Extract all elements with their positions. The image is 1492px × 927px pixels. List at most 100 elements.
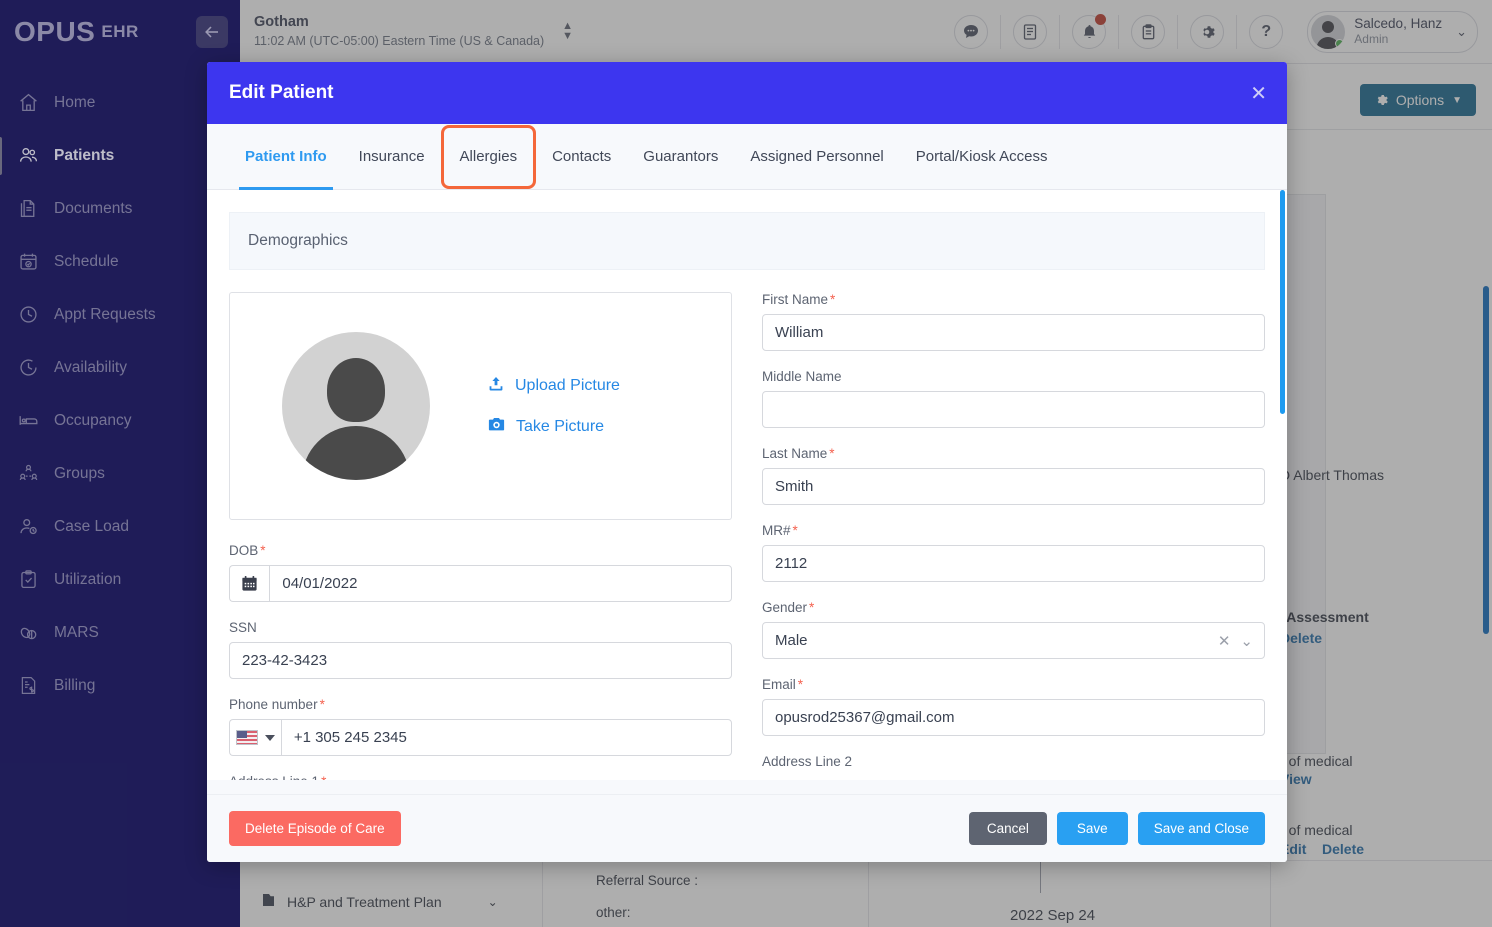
take-picture-label: Take Picture	[516, 417, 605, 435]
phone-label: Phone number *	[229, 697, 325, 712]
section-demographics-header: Demographics	[229, 212, 1265, 270]
field-last-name: Last Name *	[762, 446, 1265, 505]
arrow-left-icon	[205, 26, 218, 38]
tab-label: Contacts	[552, 148, 612, 165]
schedule-icon	[18, 251, 52, 272]
patient-photo-box: Upload Picture Take Picture	[229, 292, 732, 520]
home-icon	[18, 92, 52, 113]
tab-label: Allergies	[459, 148, 518, 165]
collapse-sidebar-button[interactable]	[196, 16, 228, 48]
demographics-right-column: First Name* Middle Name Last Name*	[762, 292, 1265, 786]
field-phone: Phone number *	[229, 697, 732, 756]
sidebar-item-label: MARS	[54, 623, 99, 641]
take-picture-button[interactable]: Take Picture	[488, 417, 620, 437]
footer-actions: Cancel Save Save and Close	[968, 812, 1265, 845]
field-first-name: First Name *	[762, 292, 1265, 351]
camera-icon	[488, 417, 505, 437]
first-name-input[interactable]	[762, 314, 1265, 351]
calendar-icon[interactable]	[229, 565, 270, 602]
patient-photo-placeholder	[282, 332, 430, 480]
tab-patient-info[interactable]: Patient Info	[229, 124, 343, 190]
middle-name-input[interactable]	[762, 391, 1265, 428]
tab-contacts[interactable]: Contacts	[536, 124, 627, 190]
tab-label: Insurance	[358, 148, 425, 165]
field-email: Email *	[762, 677, 1265, 736]
demographics-grid: Upload Picture Take Picture DOB * 04/01/…	[229, 292, 1265, 786]
section-title: Demographics	[248, 232, 348, 249]
sidebar-item-case-load[interactable]: Case Load	[0, 500, 240, 553]
sidebar-item-utilization[interactable]: Utilization	[0, 553, 240, 606]
address2-label: Address Line 2	[762, 754, 853, 766]
us-flag-icon[interactable]	[229, 719, 281, 756]
gender-select[interactable]	[762, 622, 1265, 659]
billing-icon	[18, 675, 52, 696]
gender-label: Gender *	[762, 600, 815, 615]
patients-icon	[18, 145, 52, 166]
field-mr-number: MR# *	[762, 523, 1265, 582]
email-input[interactable]	[762, 699, 1265, 736]
middle-name-label: Middle Name	[762, 369, 842, 384]
tab-portal-kiosk-access[interactable]: Portal/Kiosk Access	[900, 124, 1064, 190]
mr-label: MR# *	[762, 523, 798, 538]
sidebar-item-availability[interactable]: Availability	[0, 341, 240, 394]
sidebar-item-label: Occupancy	[54, 411, 132, 429]
dob-input[interactable]	[269, 565, 732, 602]
tab-insurance[interactable]: Insurance	[343, 124, 441, 190]
content-fade	[207, 780, 1287, 794]
ssn-input[interactable]	[229, 642, 732, 679]
documents-icon	[18, 198, 52, 219]
ssn-label: SSN	[229, 620, 257, 635]
availability-icon	[18, 357, 52, 378]
sidebar-item-documents[interactable]: Documents	[0, 182, 240, 235]
upload-picture-button[interactable]: Upload Picture	[488, 376, 620, 397]
phone-input[interactable]	[280, 719, 732, 756]
modal-scrollbar[interactable]	[1280, 190, 1285, 414]
sidebar-item-label: Documents	[54, 199, 133, 217]
last-name-label: Last Name *	[762, 446, 835, 461]
upload-picture-label: Upload Picture	[515, 377, 620, 394]
pills-icon	[18, 622, 52, 643]
mr-input[interactable]	[762, 545, 1265, 582]
field-gender: Gender* ✕ ⌄	[762, 600, 1265, 659]
upload-icon	[488, 376, 504, 397]
last-name-input[interactable]	[762, 468, 1265, 505]
sidebar-nav: Home Patients Documents Schedule Appt Re…	[0, 76, 240, 712]
clock-icon	[18, 304, 52, 325]
sidebar-item-label: Schedule	[54, 252, 119, 270]
sidebar-item-occupancy[interactable]: Occupancy	[0, 394, 240, 447]
sidebar-item-patients[interactable]: Patients	[0, 129, 240, 182]
sidebar-item-label: Groups	[54, 464, 105, 482]
tab-label: Guarantors	[643, 148, 719, 165]
save-and-close-button[interactable]: Save and Close	[1137, 812, 1265, 845]
sidebar: OPUS EHR Home Patients Documents Schedul…	[0, 0, 240, 927]
sidebar-item-label: Availability	[54, 358, 127, 376]
tab-label: Patient Info	[245, 148, 327, 165]
close-icon[interactable]: ✕	[1250, 84, 1267, 104]
delete-episode-of-care-button[interactable]: Delete Episode of Care	[229, 811, 401, 846]
sidebar-item-home[interactable]: Home	[0, 76, 240, 129]
sidebar-item-schedule[interactable]: Schedule	[0, 235, 240, 288]
field-dob: DOB *	[229, 543, 732, 602]
modal-header: Edit Patient ✕	[207, 62, 1287, 124]
sidebar-item-label: Appt Requests	[54, 305, 156, 323]
tab-label: Portal/Kiosk Access	[915, 148, 1048, 165]
sidebar-item-billing[interactable]: Billing	[0, 659, 240, 712]
cancel-button[interactable]: Cancel	[968, 812, 1047, 845]
chevron-down-icon[interactable]: ⌄	[1240, 632, 1253, 650]
modal-tabs: Patient Info Insurance Allergies Contact…	[207, 124, 1287, 190]
save-button[interactable]: Save	[1056, 812, 1128, 845]
sidebar-item-groups[interactable]: Groups	[0, 447, 240, 500]
tab-allergies[interactable]: Allergies	[440, 124, 537, 189]
bed-icon	[18, 410, 52, 431]
sidebar-item-appt-requests[interactable]: Appt Requests	[0, 288, 240, 341]
modal-footer: Delete Episode of Care Cancel Save Save …	[207, 794, 1287, 862]
sidebar-item-mars[interactable]: MARS	[0, 606, 240, 659]
modal-scroll-content: Demographics Upload Picture Take Picture…	[207, 190, 1287, 786]
tab-assigned-personnel[interactable]: Assigned Personnel	[734, 124, 899, 190]
tab-guarantors[interactable]: Guarantors	[627, 124, 734, 190]
sidebar-item-label: Home	[54, 93, 96, 111]
clear-icon[interactable]: ✕	[1218, 632, 1231, 650]
dob-label: DOB *	[229, 543, 266, 558]
modal-title: Edit Patient	[229, 82, 334, 103]
email-label: Email *	[762, 677, 804, 692]
